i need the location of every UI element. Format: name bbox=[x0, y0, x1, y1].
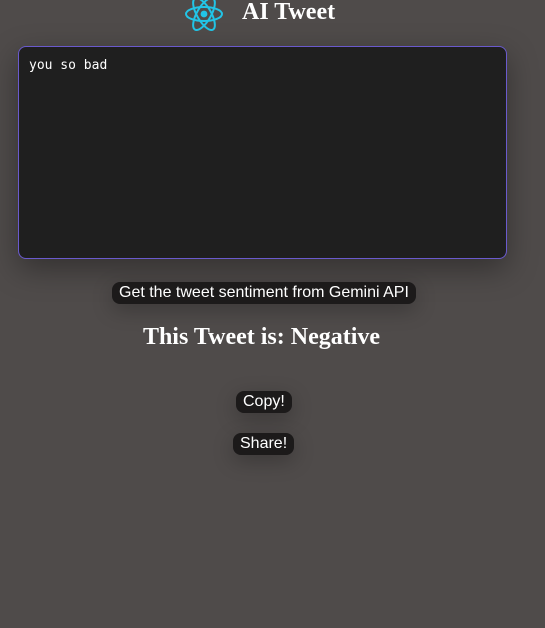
app-header: AI Tweet bbox=[0, 0, 545, 31]
get-sentiment-button[interactable]: Get the tweet sentiment from Gemini API bbox=[112, 282, 416, 304]
share-button[interactable]: Share! bbox=[233, 433, 295, 455]
copy-button[interactable]: Copy! bbox=[236, 391, 292, 413]
tweet-input[interactable]: you so bad bbox=[18, 46, 507, 259]
app-title: AI Tweet bbox=[242, 0, 336, 25]
sentiment-result: This Tweet is: Negative bbox=[0, 322, 523, 352]
react-atom-icon bbox=[183, 0, 225, 31]
sentiment-value: Negative bbox=[290, 324, 381, 350]
sentiment-result-prefix: This Tweet is: bbox=[142, 324, 291, 350]
